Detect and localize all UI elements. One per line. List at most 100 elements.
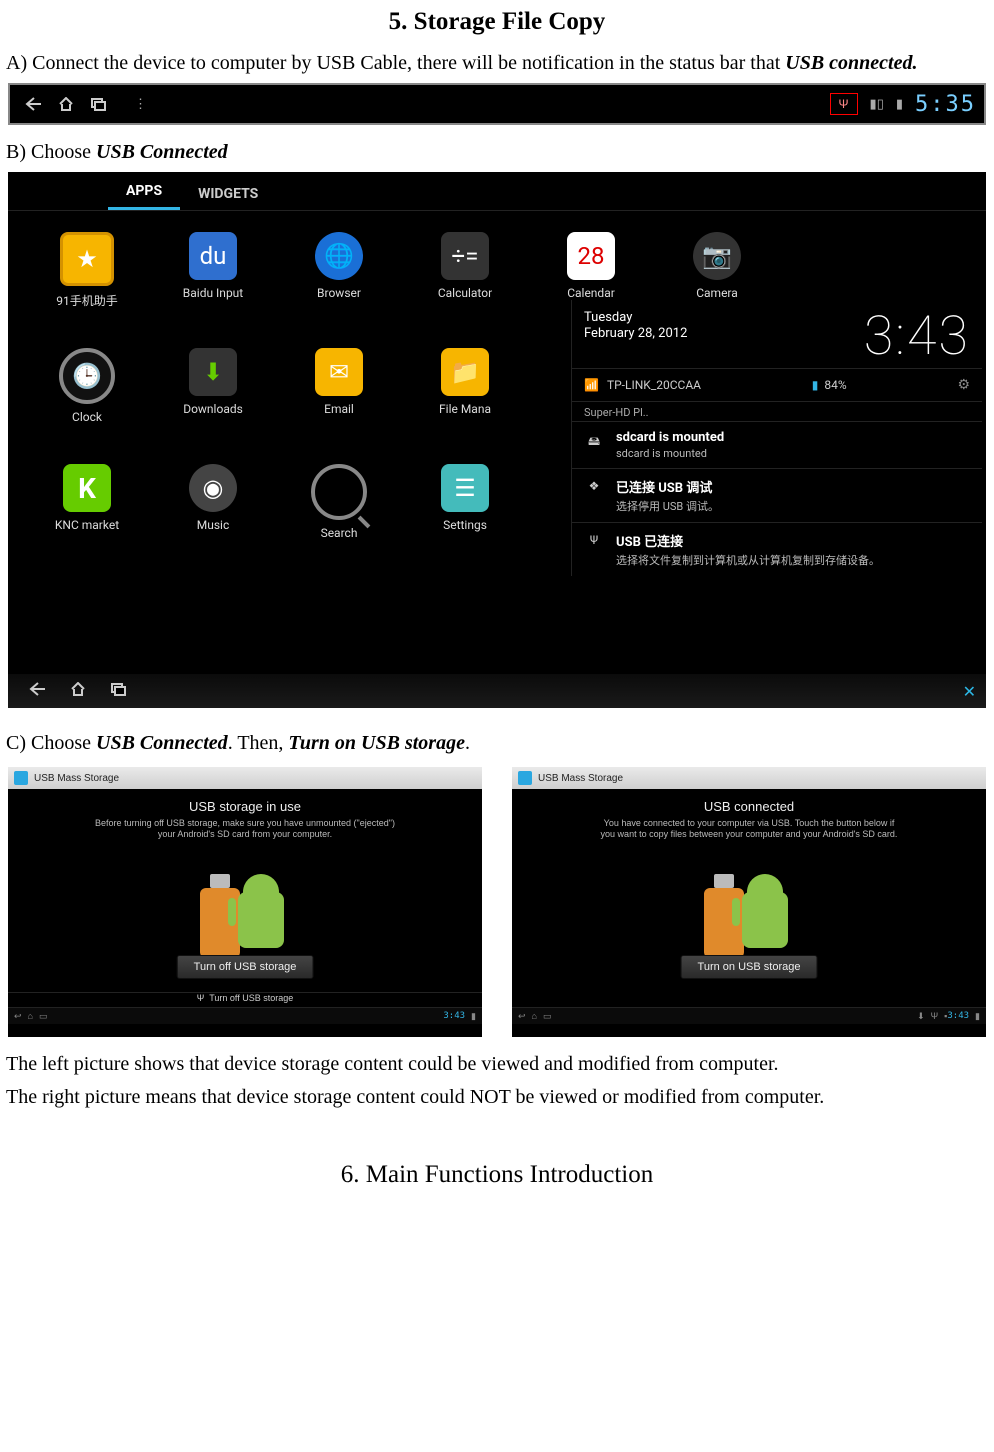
window-title: USB Mass Storage [34, 773, 119, 784]
home-icon [50, 92, 82, 116]
notif-weekday: Tuesday [584, 310, 687, 326]
back-icon [18, 92, 50, 116]
step-c: C) Choose USB Connected. Then, Turn on U… [0, 730, 994, 757]
recent-apps-icon[interactable] [98, 682, 138, 700]
back-icon[interactable] [18, 682, 58, 700]
window-app-icon [518, 771, 532, 785]
usb-subtext: Before turning off USB storage, make sur… [95, 818, 395, 840]
usb-connected-screenshot: USB Mass Storage USB connected You have … [512, 767, 986, 1037]
app-item[interactable]: Search [276, 464, 402, 564]
app-label: Downloads [183, 402, 243, 416]
notif-item-sdcard[interactable]: 🖴 sdcard is mounted sdcard is mounted [572, 421, 982, 468]
home-icon[interactable]: ⌂ [532, 1011, 537, 1021]
back-icon[interactable]: ↩ [14, 1011, 22, 1022]
download-icon: ⬇ [917, 1011, 925, 1022]
status-clock: 5:35 [915, 92, 976, 117]
turn-off-usb-storage-button[interactable]: Turn off USB storage [177, 955, 314, 979]
notif-clock: 3:43 [864, 310, 970, 364]
tab-widgets[interactable]: WIDGETS [180, 178, 276, 210]
explain-left: The left picture shows that device stora… [0, 1051, 994, 1078]
app-label: Browser [317, 286, 361, 300]
quick-settings-icon[interactable]: ⚙ [957, 377, 970, 393]
signal-icon: ▮ [975, 1011, 980, 1022]
drawer-tabs: APPS WIDGETS [8, 172, 986, 211]
battery-level-icon: ▮ [812, 378, 819, 392]
download-icon: ⬇ [189, 348, 237, 396]
tab-apps[interactable]: APPS [108, 175, 180, 210]
app-label: 91手机助手 [56, 292, 118, 309]
app-item[interactable]: ◉Music [150, 464, 276, 564]
usb-icon: Ψ [584, 533, 604, 547]
signal-icon: ▮▯ [870, 96, 884, 112]
usb-heading: USB connected [704, 799, 794, 814]
section-5-title: 5. Storage File Copy [0, 8, 994, 36]
step-a: A) Connect the device to computer by USB… [0, 50, 994, 77]
sdcard-icon: 🖴 [584, 432, 604, 453]
knc-icon: K [63, 464, 111, 512]
step-c-end: . [465, 732, 470, 754]
back-icon[interactable]: ↩ [518, 1011, 526, 1022]
usb-icon: Ψ [197, 993, 205, 1003]
notif-fulldate: February 28, 2012 [584, 326, 687, 342]
recent-apps-icon[interactable]: ▭ [543, 1011, 552, 1022]
step-c-bold2: Turn on USB storage [288, 732, 465, 754]
notification-panel: Tuesday February 28, 2012 3:43 📶 TP-LINK… [571, 300, 982, 576]
turn-on-usb-storage-button[interactable]: Turn on USB storage [681, 955, 818, 979]
recent-apps-icon[interactable]: ▭ [39, 1011, 48, 1022]
android-usb-figure [200, 858, 290, 958]
settings-icon: ☰ [441, 464, 489, 512]
battery-icon: ▮ [896, 96, 903, 112]
app-item[interactable]: ✉Email [276, 348, 402, 448]
notif-item-usb-connected[interactable]: Ψ USB 已连接 选择将文件复制到计算机或从计算机复制到存储设备。 [572, 522, 982, 576]
app-label: KNC market [55, 518, 119, 532]
step-c-bold1: USB Connected [96, 732, 228, 754]
notif-item-title: 已连接 USB 调试 [616, 477, 719, 496]
search-icon [311, 464, 367, 520]
app-label: Search [321, 526, 358, 540]
app-item[interactable]: ★ 91手机助手 [24, 232, 150, 332]
app-item[interactable]: 📁File Mana [402, 348, 528, 448]
app-item[interactable]: K KNC market [24, 464, 150, 564]
home-icon[interactable] [58, 682, 98, 700]
calendar-icon: 28 [567, 232, 615, 280]
notif-item-usb-debug[interactable]: ❖ 已连接 USB 调试 选择停用 USB 调试。 [572, 468, 982, 522]
bug-icon: ❖ [584, 479, 604, 493]
app-label: Calendar [567, 286, 615, 300]
window-app-icon [14, 771, 28, 785]
app-item[interactable]: 🌐Browser [276, 232, 402, 332]
usb-storage-screenshots: USB Mass Storage USB storage in use Befo… [8, 767, 986, 1037]
home-icon[interactable]: ⌂ [28, 1011, 33, 1021]
app-label: File Mana [439, 402, 491, 416]
app-item[interactable]: duBaidu Input [150, 232, 276, 332]
app-label: Music [197, 518, 229, 532]
app-item[interactable]: ☰Settings [402, 464, 528, 564]
clock-icon: 🕒 [59, 348, 115, 404]
wifi-name: TP-LINK_20CCAA [607, 378, 701, 392]
step-b-bold: USB Connected [96, 141, 228, 163]
notif-section-label: Super-HD Pl.. [572, 402, 982, 421]
app-baidu-icon: du [189, 232, 237, 280]
window-titlebar: USB Mass Storage [8, 767, 482, 789]
app-label: Email [324, 402, 354, 416]
usb-heading: USB storage in use [189, 799, 301, 814]
camera-icon: 📷 [693, 232, 741, 280]
app-item[interactable]: ÷=Calculator [402, 232, 528, 332]
quick-settings[interactable]: 📶 TP-LINK_20CCAA ▮ 84% ⚙ [572, 369, 982, 402]
window-titlebar: USB Mass Storage [512, 767, 986, 789]
notif-item-title: sdcard is mounted [616, 430, 724, 445]
overflow-icon: ⋮ [134, 96, 150, 112]
close-panel-icon[interactable]: ✕ [963, 682, 976, 701]
app-label: Camera [696, 286, 738, 300]
ongoing-notif-label: Ψ Turn off USB storage [8, 992, 482, 1007]
app-label: Clock [72, 410, 102, 424]
step-a-bold: USB connected. [785, 52, 917, 74]
app-item[interactable]: ⬇ Downloads [150, 348, 276, 448]
status-clock: 3:43 [443, 1011, 465, 1021]
usb-storage-in-use-screenshot: USB Mass Storage USB storage in use Befo… [8, 767, 482, 1037]
window-title: USB Mass Storage [538, 773, 623, 784]
notif-item-title: USB 已连接 [616, 531, 880, 550]
system-navbar: ✕ [8, 674, 986, 708]
app-item[interactable]: 🕒 Clock [24, 348, 150, 448]
app-91-icon: ★ [60, 232, 114, 286]
battery-percent: 84% [824, 378, 846, 392]
